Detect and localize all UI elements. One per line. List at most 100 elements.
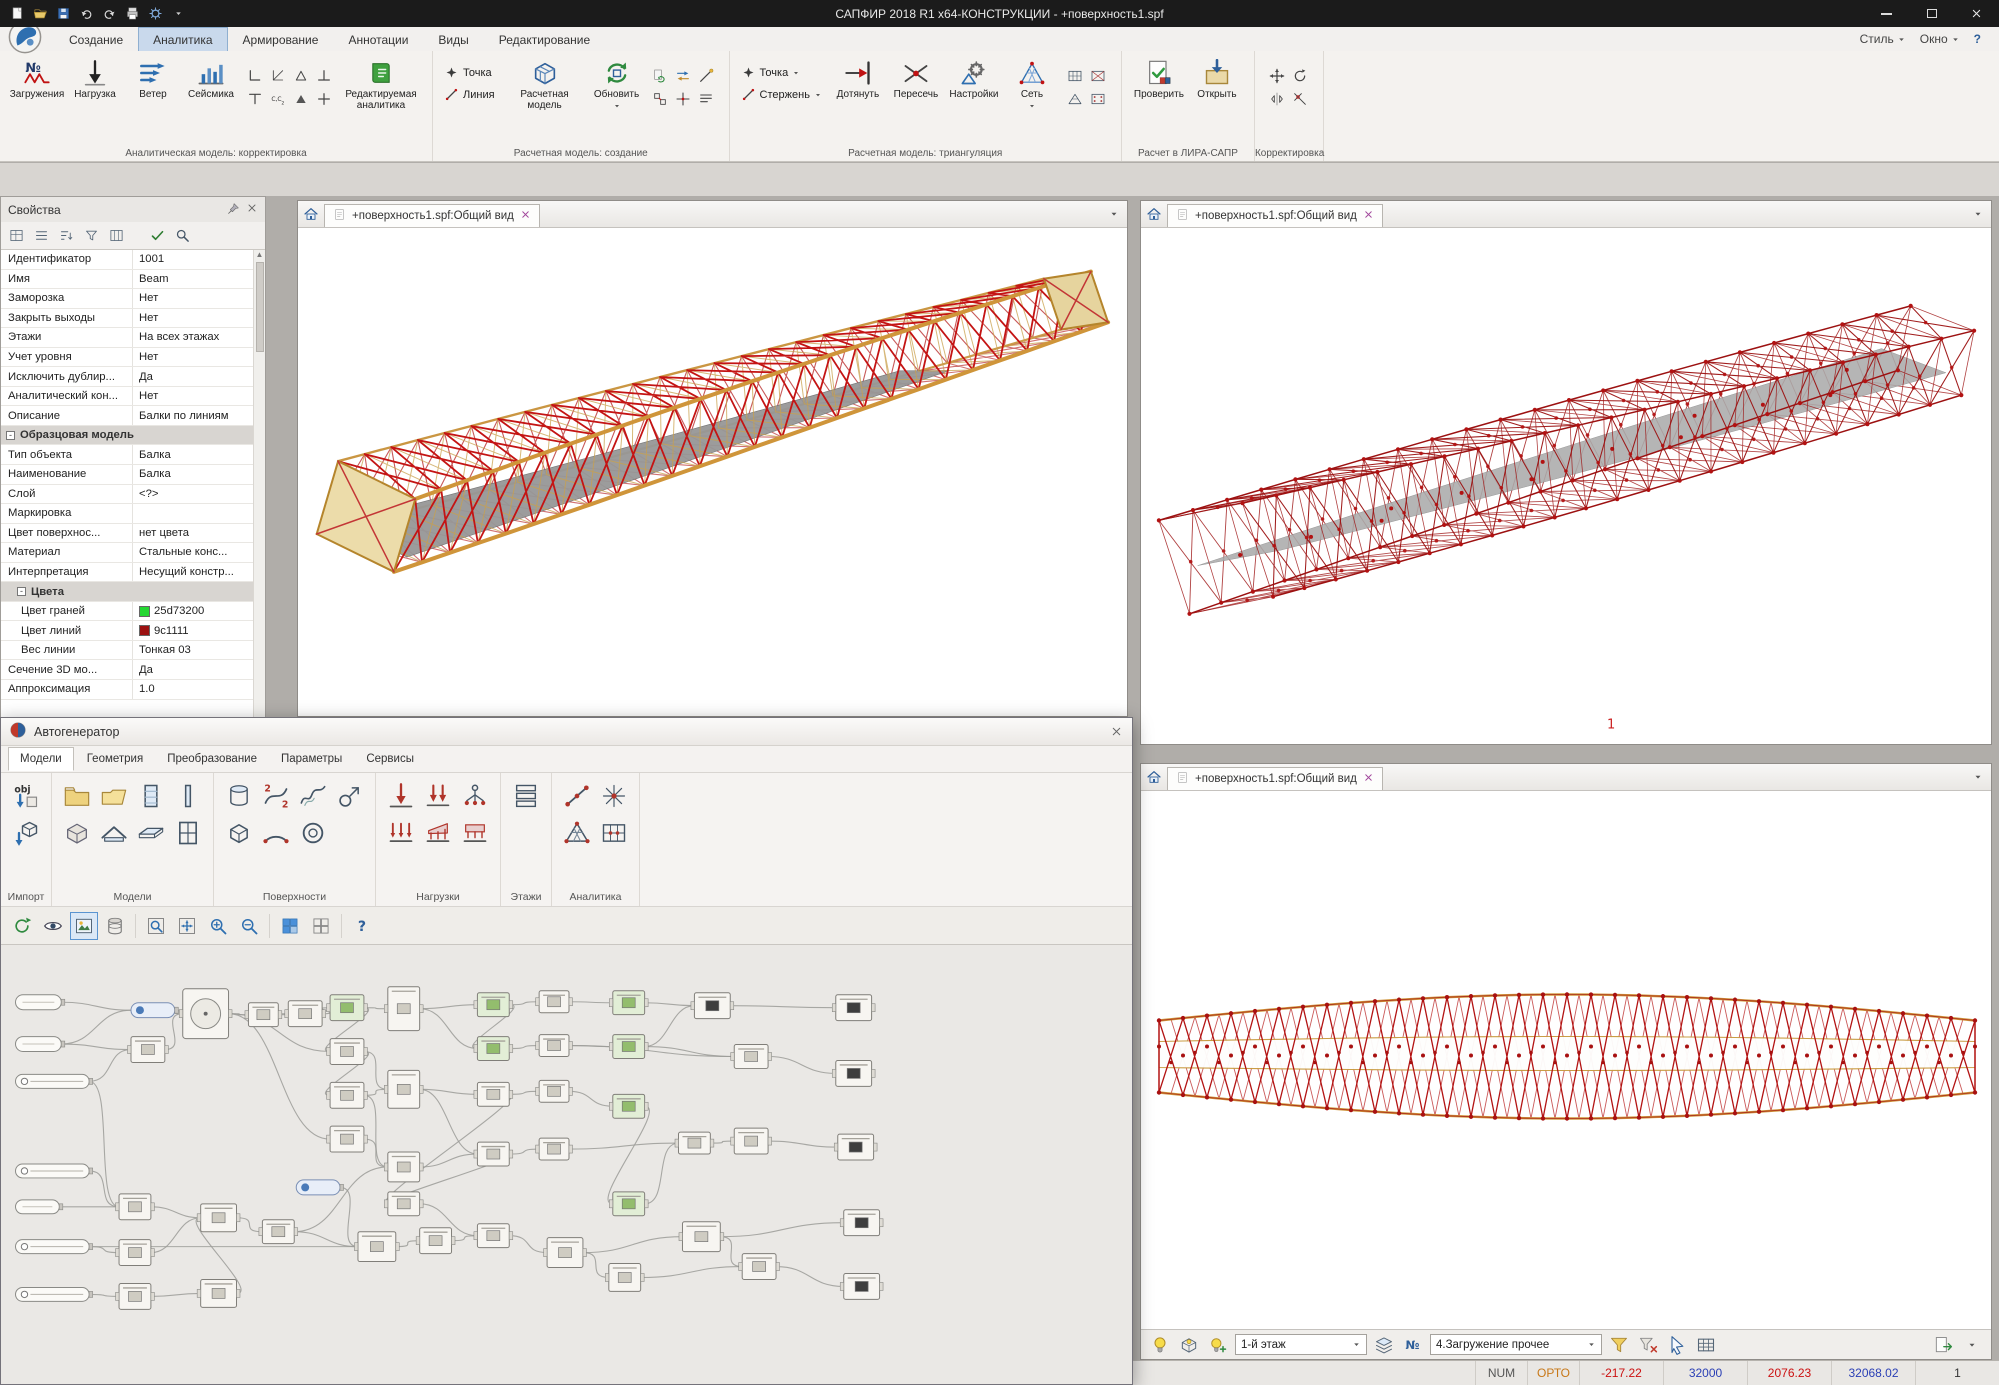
verify-button[interactable]: Проверить (1130, 55, 1188, 100)
property-value[interactable]: Несущий констр... (133, 566, 265, 578)
graph-node[interactable] (179, 989, 232, 1039)
viewport-tab[interactable]: +поверхность1.spf:Общий вид (324, 204, 540, 227)
graph-node[interactable] (16, 995, 65, 1010)
zoom-out-button[interactable] (235, 912, 263, 940)
intersect-button[interactable]: Пересечь (887, 55, 945, 100)
ana-mesh-button[interactable] (561, 817, 593, 849)
zoom-in-button[interactable] (204, 912, 232, 940)
columns-view-button[interactable] (106, 225, 127, 246)
property-value[interactable]: 1001 (133, 253, 265, 265)
support-tee-button[interactable] (244, 88, 265, 109)
autogen-tab-0[interactable]: Модели (8, 747, 74, 771)
loads-button[interactable]: №Загружения (8, 55, 66, 100)
graph-node[interactable] (131, 1003, 178, 1018)
qat-customize-button[interactable] (167, 3, 189, 24)
property-value[interactable]: нет цвета (133, 527, 265, 539)
scroll-up-icon[interactable]: ▲ (256, 250, 264, 259)
mesh-button[interactable]: Сеть (1003, 55, 1061, 110)
graph-node[interactable] (16, 1200, 63, 1214)
property-value[interactable]: Да (133, 371, 265, 383)
autogen-tab-2[interactable]: Преобразование (156, 748, 268, 770)
autogenerator-titlebar[interactable]: Автогенератор (1, 718, 1132, 746)
box-surf-button[interactable] (223, 817, 255, 849)
property-value[interactable]: 9c1111 (133, 625, 265, 637)
tab-close-icon[interactable] (1363, 209, 1374, 223)
save-button[interactable] (52, 3, 74, 24)
redo-button[interactable] (98, 3, 120, 24)
help-button[interactable]: ? (348, 912, 376, 940)
arc-seg-button[interactable] (260, 817, 292, 849)
support-cc-button[interactable]: C,C2 (267, 88, 288, 109)
property-value[interactable]: На всех этажах (133, 331, 265, 343)
tab-close-icon[interactable] (520, 209, 531, 223)
ana-grid-button[interactable] (598, 817, 630, 849)
graph-node[interactable] (536, 1080, 573, 1102)
ana-net-button[interactable] (598, 780, 630, 812)
funnel-button[interactable] (1607, 1333, 1631, 1357)
graph-node[interactable] (536, 1138, 573, 1160)
grid-gray-button[interactable] (307, 912, 335, 940)
autogen-tab-4[interactable]: Сервисы (355, 748, 425, 770)
mesh-a-button[interactable] (1065, 65, 1086, 86)
property-value[interactable]: Нет (133, 292, 265, 304)
folder-open-button[interactable] (98, 780, 130, 812)
seismic-button[interactable]: Сейсмика (182, 55, 240, 100)
graph-node[interactable] (16, 1164, 93, 1178)
graph-node[interactable] (536, 991, 573, 1013)
box-edit-button[interactable] (61, 817, 93, 849)
autogen-tab-1[interactable]: Геометрия (76, 748, 154, 770)
open-button[interactable] (29, 3, 51, 24)
apply-check-button[interactable] (147, 225, 168, 246)
property-section[interactable]: -Цвета (1, 582, 265, 602)
graph-node[interactable] (474, 1037, 513, 1061)
home-icon[interactable] (303, 206, 319, 222)
graph-node[interactable] (327, 1126, 368, 1152)
mesh-b-button[interactable] (1088, 65, 1109, 86)
assign-rows-button[interactable] (696, 88, 717, 109)
home-icon[interactable] (1146, 769, 1162, 785)
ribbon-tab-2[interactable]: Армирование (228, 27, 334, 51)
property-value[interactable]: Стальные конс... (133, 546, 265, 558)
sort-view-button[interactable] (56, 225, 77, 246)
new-button[interactable] (6, 3, 28, 24)
load-two-button[interactable] (422, 780, 454, 812)
funnel-x-button[interactable] (1636, 1333, 1660, 1357)
support-tri-button[interactable] (290, 65, 311, 86)
maximize-button[interactable] (1909, 0, 1954, 27)
statusbar-cell-2[interactable]: -217.22 (1579, 1361, 1663, 1385)
ribbon-tab-5[interactable]: Редактирование (484, 27, 605, 51)
floors-button[interactable] (510, 780, 542, 812)
close-button[interactable] (1954, 0, 1999, 27)
graph-node[interactable] (128, 1037, 169, 1063)
regenerate-button[interactable] (8, 912, 36, 940)
graph-node[interactable] (544, 1238, 587, 1268)
graph-node[interactable] (691, 993, 734, 1019)
statusbar-cell-1[interactable]: ОРТО (1527, 1361, 1579, 1385)
mirror-tool-button[interactable] (1267, 88, 1288, 109)
viewport-tab[interactable]: +поверхность1.spf:Общий вид (1167, 767, 1383, 790)
statusbar-cell-3[interactable]: 32000 (1663, 1361, 1747, 1385)
open-lira-button[interactable]: Открыть (1188, 55, 1246, 100)
graph-node[interactable] (116, 1240, 155, 1266)
graph-node[interactable] (16, 1287, 93, 1301)
support-solid-button[interactable] (290, 88, 311, 109)
property-value[interactable]: Балка (133, 449, 265, 461)
viewport-tab[interactable]: +поверхность1.spf:Общий вид (1167, 204, 1383, 227)
wind-button[interactable]: Ветер (124, 55, 182, 100)
property-value[interactable]: Да (133, 664, 265, 676)
graph-node[interactable] (16, 1240, 93, 1254)
cylinder-button[interactable] (223, 780, 255, 812)
graph-node[interactable] (474, 1224, 513, 1248)
torus-button[interactable] (297, 817, 329, 849)
grid-blue-button[interactable] (276, 912, 304, 940)
undo-button[interactable] (75, 3, 97, 24)
graph-node[interactable] (609, 1094, 648, 1118)
statusbar-cell-6[interactable]: 1 (1915, 1361, 1999, 1385)
home-icon[interactable] (1146, 206, 1162, 222)
graph-node[interactable] (285, 1001, 326, 1027)
trim-tool-button[interactable] (1290, 88, 1311, 109)
graph-node[interactable] (605, 1264, 644, 1292)
support-cross-button[interactable] (313, 88, 334, 109)
property-value[interactable]: 25d73200 (133, 605, 265, 617)
help-button[interactable]: ? (1968, 30, 1987, 48)
